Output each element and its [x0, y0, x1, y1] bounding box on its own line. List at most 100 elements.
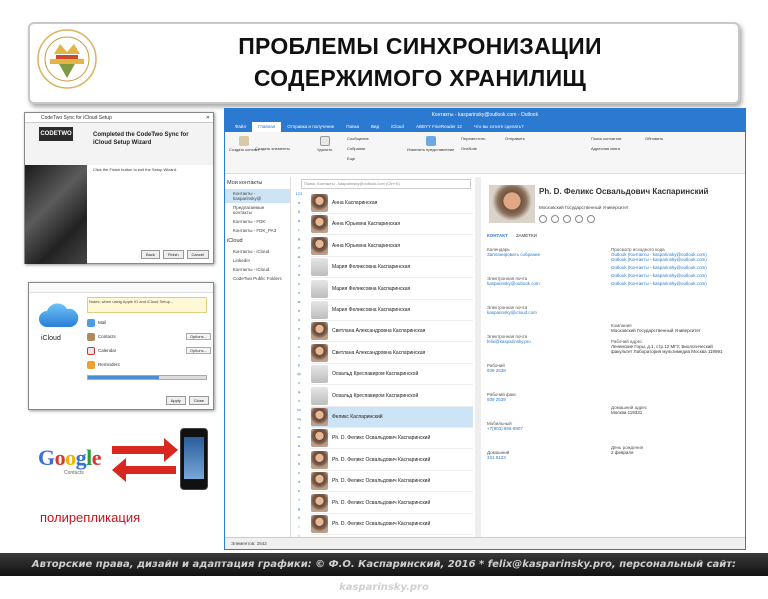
index-letter[interactable]: b — [293, 461, 305, 470]
new-items-button[interactable]: Создать элементы — [255, 146, 290, 151]
index-letter[interactable]: м — [293, 299, 305, 308]
index-letter[interactable]: р — [293, 335, 305, 344]
index-letter[interactable]: з — [293, 263, 305, 272]
field-value[interactable]: Outlook (Контакты - kasparinsky@outlook.… — [611, 281, 729, 286]
options-button[interactable]: Options... — [185, 347, 211, 354]
contact-row[interactable]: Ph. D. Феликс Освальдович Каспаринский — [311, 450, 473, 471]
tab-icloud[interactable]: iCloud — [385, 122, 410, 132]
email-icon[interactable] — [539, 215, 547, 223]
nav-item[interactable]: CodeTwo Public Folders — [225, 274, 290, 283]
field-value[interactable]: +7(903) 656-8907 — [487, 426, 605, 431]
nav-item[interactable]: LinkedIn — [225, 256, 290, 265]
contact-row[interactable]: Освальд Креспавиром Каспаринской — [311, 364, 473, 386]
delete-button[interactable]: Удалить — [317, 136, 332, 152]
index-letter[interactable]: н — [293, 308, 305, 317]
contact-row[interactable]: Анна Юрьевна Каспаринская — [311, 236, 473, 257]
index-letter[interactable]: л — [293, 290, 305, 299]
index-letter[interactable]: ф — [293, 371, 305, 380]
index-letter[interactable]: a — [293, 452, 305, 461]
close-icon[interactable]: ✕ — [206, 113, 210, 123]
options-button[interactable]: Options... — [185, 333, 211, 340]
contact-row[interactable]: Светлана Александровна Каспаринская — [311, 343, 473, 364]
more-button[interactable]: Еще — [347, 156, 355, 161]
index-letter[interactable]: о — [293, 317, 305, 326]
field-value[interactable]: kasparinsky@outlook.com — [487, 281, 605, 286]
index-letter[interactable]: h — [293, 515, 305, 524]
icloud-row-reminders[interactable]: Reminders — [87, 359, 211, 370]
field-value[interactable]: 939 2538 — [487, 368, 605, 373]
tab-view[interactable]: Вид — [365, 122, 385, 132]
field-value[interactable]: 939 2539 — [487, 397, 605, 402]
index-letter[interactable]: щ — [293, 416, 305, 425]
index-letter[interactable]: т — [293, 353, 305, 362]
index-letter[interactable]: ц — [293, 389, 305, 398]
nav-item[interactable]: Контакты - iCloud — [225, 247, 290, 256]
nav-item[interactable]: Контакты - FDK — [225, 217, 290, 226]
index-letter[interactable]: i — [293, 524, 305, 533]
contact-row[interactable]: Феликс Каспаринский — [311, 407, 473, 428]
close-button[interactable]: Close — [188, 396, 209, 405]
field-value[interactable]: kasparinsky@icloud.com — [487, 310, 605, 315]
contact-row[interactable]: Освальд Креспавиром Каспаринской — [311, 386, 473, 407]
move-button[interactable]: Переместить — [461, 136, 486, 141]
nav-group-my-contacts[interactable]: Мои контакты — [225, 177, 290, 189]
field-value[interactable]: felix@kasparinsky.pro — [487, 339, 605, 344]
nav-item[interactable]: Контакты - kasparinsky@ — [225, 189, 290, 203]
index-letter[interactable]: f — [293, 497, 305, 506]
tab-notes[interactable]: ЗАМЕТКИ — [516, 233, 537, 238]
field-value[interactable]: Outlook (Контакты - kasparinsky@outlook.… — [611, 265, 729, 270]
icloud-row-contacts[interactable]: Contacts Options... — [87, 331, 211, 342]
index-letter[interactable]: я — [293, 443, 305, 452]
contact-row[interactable]: Ph. D. Феликс Освальдович Каспаринский — [311, 493, 473, 514]
index-letter[interactable]: ж — [293, 254, 305, 263]
contact-row[interactable]: Ph. D. Феликс Освальдович Каспаринский — [311, 471, 473, 493]
index-letter[interactable]: х — [293, 380, 305, 389]
index-letter[interactable]: g — [293, 506, 305, 515]
tell-me-box[interactable]: Что вы хотите сделать? — [468, 122, 530, 132]
nav-item[interactable]: Предлагаемые контакты — [225, 203, 290, 217]
contact-row[interactable]: Ph. D. Феликс Освальдович Каспаринский — [311, 514, 473, 535]
message-button[interactable]: Сообщение — [347, 136, 369, 141]
contact-row[interactable]: Светлана Александровна Каспаринская — [311, 321, 473, 343]
index-letter[interactable]: и — [293, 272, 305, 281]
meeting-button[interactable]: Собрание — [347, 146, 366, 151]
nav-item[interactable]: Контакты - FDK_РАЗ — [225, 226, 290, 235]
index-letter[interactable]: d — [293, 479, 305, 488]
finish-button[interactable]: Finish — [162, 250, 184, 259]
index-letter[interactable]: п — [293, 326, 305, 335]
cancel-button[interactable]: Cancel — [186, 250, 209, 259]
index-letter[interactable]: ч — [293, 398, 305, 407]
tab-contact[interactable]: КОНТАКТ — [487, 233, 508, 238]
index-letter[interactable]: с — [293, 344, 305, 353]
index-letter[interactable]: у — [293, 362, 305, 371]
index-letter[interactable]: к — [293, 281, 305, 290]
index-letter[interactable]: д — [293, 236, 305, 245]
contact-row[interactable]: Мария Феликсовна Каспаринская — [311, 257, 473, 279]
more-icon[interactable] — [587, 215, 595, 223]
index-letter[interactable]: а — [293, 200, 305, 209]
index-letter[interactable]: в — [293, 218, 305, 227]
tab-send-receive[interactable]: Отправка и получение — [281, 122, 340, 132]
chat-icon[interactable] — [551, 215, 559, 223]
contact-row[interactable]: Мария Феликсовна Каспаринская — [311, 279, 473, 300]
field-value[interactable]: Outlook (Контакты - kasparinsky@outlook.… — [611, 257, 729, 262]
icloud-row-calendar[interactable]: Calendar Options... — [87, 345, 211, 356]
index-letter[interactable]: ю — [293, 434, 305, 443]
share-button[interactable]: Отправить — [505, 136, 525, 141]
contact-row[interactable]: Анна Каспаринская — [311, 193, 473, 214]
field-value[interactable]: Outlook (Контакты - kasparinsky@outlook.… — [611, 273, 729, 278]
search-contacts-button[interactable]: Поиск контактов — [591, 136, 621, 141]
tab-file[interactable]: Файл — [229, 122, 252, 132]
contact-row[interactable]: Анна Юрьевна Каспаринская — [311, 214, 473, 236]
search-input[interactable]: Поиск: Контакты - kasparinsky@outlook.co… — [301, 179, 471, 189]
index-letter[interactable]: ш — [293, 407, 305, 416]
tab-home[interactable]: Главная — [252, 122, 282, 132]
tab-folder[interactable]: Папка — [340, 122, 365, 132]
apply-button[interactable]: Apply — [165, 396, 186, 405]
index-letter[interactable]: е — [293, 245, 305, 254]
index-letter[interactable]: c — [293, 470, 305, 479]
phone-call-icon[interactable] — [563, 215, 571, 223]
index-letter[interactable]: э — [293, 425, 305, 434]
index-letter[interactable]: б — [293, 209, 305, 218]
icloud-row-mail[interactable]: Mail — [87, 317, 211, 328]
